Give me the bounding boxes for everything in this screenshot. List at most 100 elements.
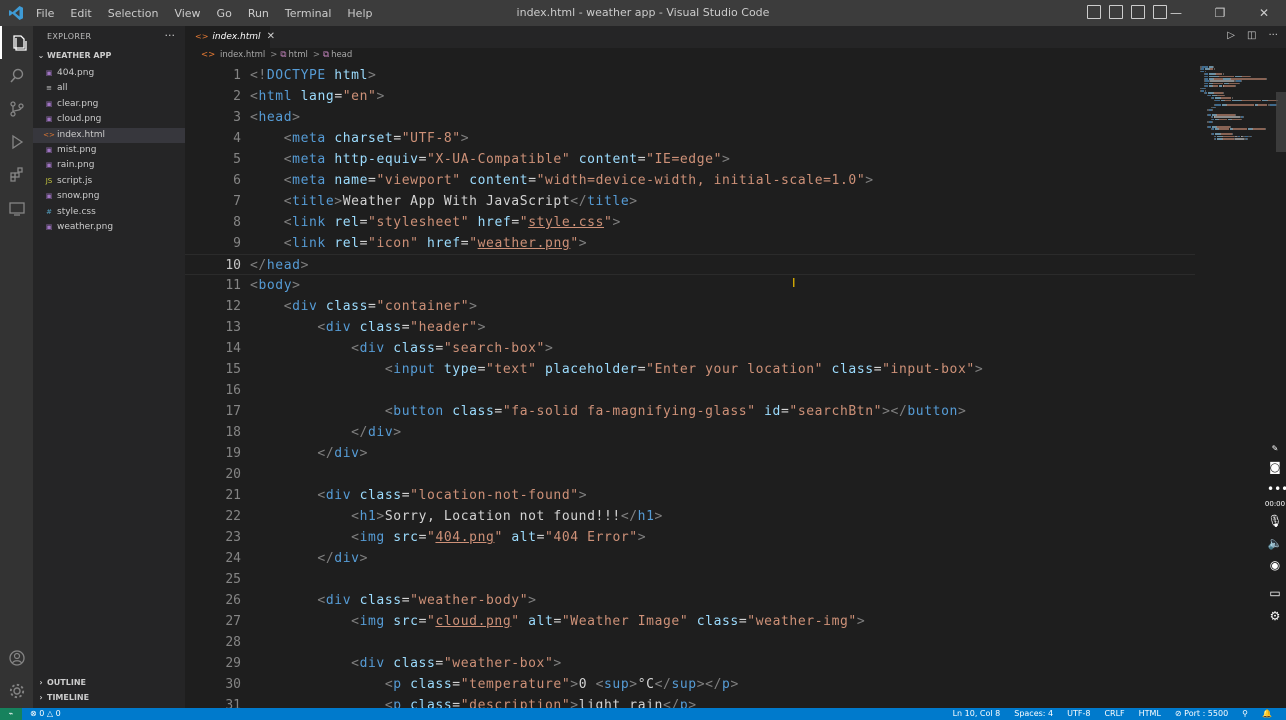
- code-token: <: [283, 173, 293, 188]
- file-item[interactable]: ▣ clear.png: [33, 97, 185, 112]
- explorer-icon[interactable]: [0, 26, 35, 59]
- folder-header[interactable]: ⌄ WEATHER APP: [33, 51, 185, 65]
- microphone-icon[interactable]: 🎙: [1267, 514, 1283, 528]
- menu-selection[interactable]: Selection: [108, 7, 159, 20]
- restore-button[interactable]: ❐: [1198, 0, 1242, 26]
- pen-icon[interactable]: ✎: [1267, 444, 1283, 453]
- split-editor-icon[interactable]: ◫: [1247, 30, 1256, 41]
- close-tab-icon[interactable]: ✕: [267, 31, 275, 42]
- minimap-line: [1238, 82, 1240, 85]
- tab-index-html[interactable]: <> index.html ✕: [185, 26, 275, 48]
- minimap-line: [1242, 99, 1262, 102]
- breadcrumb-head[interactable]: head: [331, 50, 352, 60]
- minimap-line: [1204, 73, 1209, 75]
- run-debug-icon[interactable]: [0, 125, 33, 158]
- close-window-button[interactable]: ✕: [1242, 0, 1286, 26]
- menu-view[interactable]: View: [174, 7, 200, 20]
- remote-indicator-icon[interactable]: ⌁: [0, 708, 22, 720]
- file-item[interactable]: ▣ mist.png: [33, 143, 185, 158]
- run-icon[interactable]: ▷: [1227, 30, 1235, 41]
- menu-go[interactable]: Go: [217, 7, 232, 20]
- code-token: div: [359, 341, 385, 356]
- cursor-position[interactable]: Ln 10, Col 8: [953, 708, 1001, 720]
- line-number: 21: [225, 488, 241, 503]
- code-token: h1: [637, 509, 655, 524]
- code-token: "search-box": [443, 341, 545, 356]
- minimap-line: [1224, 94, 1226, 97]
- extensions-icon[interactable]: [0, 158, 33, 191]
- timeline-section[interactable]: › TIMELINE: [33, 693, 185, 707]
- minimap-line: [1253, 128, 1265, 130]
- minimap[interactable]: [1200, 66, 1280, 146]
- more-actions-icon[interactable]: ···: [1268, 30, 1278, 41]
- remote-explorer-icon[interactable]: [0, 192, 33, 225]
- menu-run[interactable]: Run: [248, 7, 269, 20]
- code-token: <: [351, 341, 360, 356]
- magnifier-icon: [9, 68, 23, 83]
- manage-icon[interactable]: [0, 674, 33, 707]
- code-token: class: [359, 593, 402, 608]
- code-text: <p class="temperature">0 <sup>°C</sup></…: [250, 674, 739, 695]
- breadcrumb-html[interactable]: html: [288, 50, 307, 60]
- breadcrumb: <> index.html > ⧉ html > ⧉ head: [201, 50, 354, 64]
- webcam-icon[interactable]: ◉: [1267, 558, 1283, 572]
- minimap-line: [1235, 138, 1245, 140]
- file-item[interactable]: <> index.html: [33, 127, 185, 143]
- more-actions-icon[interactable]: ···: [165, 29, 176, 42]
- toggle-secondary-sidebar-icon[interactable]: [1131, 5, 1145, 19]
- line-ending[interactable]: CRLF: [1104, 708, 1124, 720]
- file-name: all: [57, 83, 68, 94]
- editor-actions: ▷ ◫ ···: [1215, 30, 1278, 41]
- language-mode[interactable]: HTML: [1139, 708, 1161, 720]
- minimap-line: [1201, 66, 1209, 68]
- code-token: >: [578, 236, 588, 251]
- breadcrumb-file[interactable]: index.html: [220, 50, 265, 60]
- search-icon[interactable]: [0, 59, 33, 92]
- accounts-icon[interactable]: [0, 641, 33, 674]
- file-item[interactable]: ▣ weather.png: [33, 220, 185, 235]
- menu-file[interactable]: File: [36, 7, 54, 20]
- menu-terminal[interactable]: Terminal: [285, 7, 332, 20]
- code-text: <button class="fa-solid fa-magnifying-gl…: [250, 401, 966, 422]
- settings-gear-icon[interactable]: ⚙: [1267, 609, 1283, 623]
- source-control-icon[interactable]: [0, 92, 33, 125]
- indentation[interactable]: Spaces: 4: [1014, 708, 1053, 720]
- camera-icon[interactable]: ◙: [1267, 460, 1283, 474]
- toggle-primary-sidebar-icon[interactable]: [1087, 5, 1101, 19]
- html-file-icon: <>: [195, 32, 209, 41]
- file-item[interactable]: ▣ rain.png: [33, 158, 185, 173]
- notifications-bell-icon[interactable]: 🔔: [1262, 708, 1272, 720]
- file-item[interactable]: ▣ cloud.png: [33, 112, 185, 127]
- scrollbar-thumb[interactable]: [1276, 92, 1286, 152]
- element-icon: ⧉: [322, 50, 330, 60]
- problems-indicator[interactable]: ⊗ 0 △ 0: [30, 708, 61, 720]
- file-item[interactable]: # style.css: [33, 205, 185, 220]
- more-icon[interactable]: •••: [1267, 482, 1286, 496]
- code-token: <: [283, 152, 293, 167]
- code-token: </: [654, 677, 672, 692]
- code-token: <: [351, 656, 360, 671]
- chevron-right-icon: ›: [39, 693, 43, 702]
- outline-section[interactable]: › OUTLINE: [33, 678, 185, 692]
- file-item[interactable]: ▣ snow.png: [33, 189, 185, 204]
- file-item[interactable]: ≡ all: [33, 81, 185, 96]
- file-item[interactable]: JS script.js: [33, 174, 185, 189]
- code-line: 14 <div class="search-box">: [185, 338, 1195, 359]
- screen-icon[interactable]: ▭: [1267, 586, 1283, 600]
- minimap-line: [1250, 75, 1252, 78]
- minimap-line: [1212, 85, 1218, 87]
- encoding[interactable]: UTF-8: [1067, 708, 1090, 720]
- code-token: >: [469, 299, 478, 314]
- speaker-icon[interactable]: 🔈: [1267, 536, 1283, 550]
- account-icon[interactable]: ⚲: [1242, 708, 1248, 720]
- live-server-port[interactable]: ⊘ Port : 5500: [1175, 708, 1228, 720]
- file-item[interactable]: ▣ 404.png: [33, 66, 185, 81]
- toggle-panel-icon[interactable]: [1109, 5, 1123, 19]
- menu-edit[interactable]: Edit: [70, 7, 91, 20]
- minimap-line: [1204, 90, 1206, 92]
- code-token: >: [730, 677, 739, 692]
- code-token: >: [334, 194, 343, 209]
- minimize-button[interactable]: —: [1154, 0, 1198, 26]
- menu-help[interactable]: Help: [347, 7, 372, 20]
- code-token: href: [427, 236, 461, 251]
